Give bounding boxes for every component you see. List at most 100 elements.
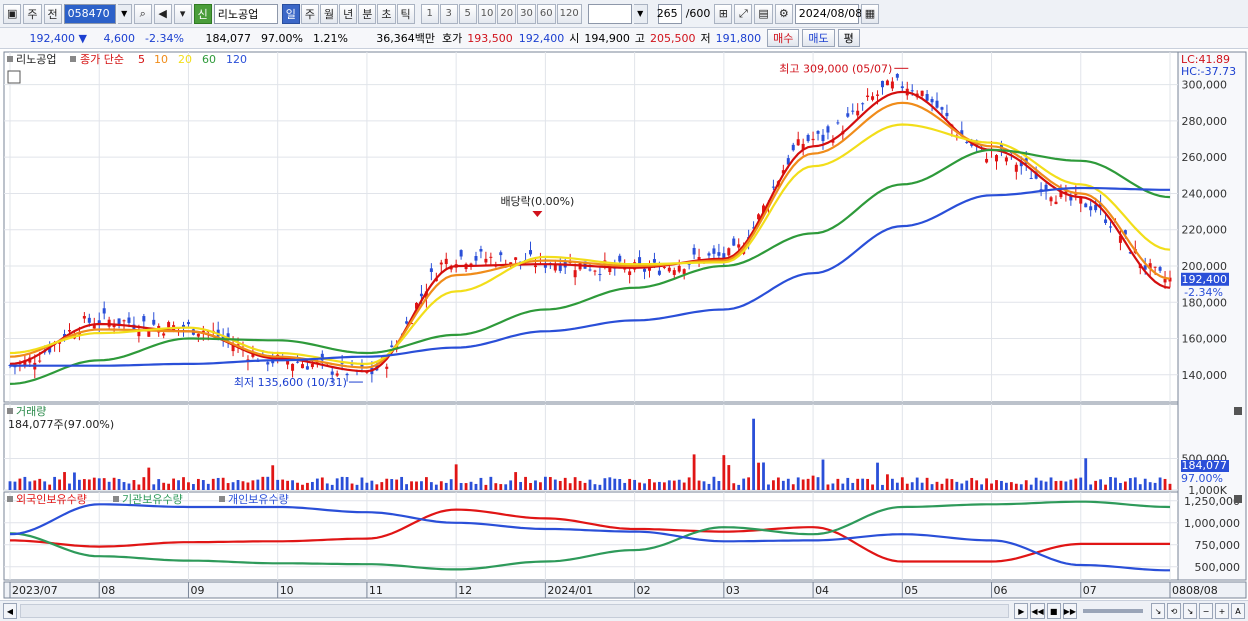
legend-stock-name: 리노공업 bbox=[16, 53, 56, 66]
candle-body bbox=[499, 252, 503, 256]
candle-body bbox=[300, 364, 304, 369]
x-axis-label: 08 bbox=[101, 584, 115, 597]
volume-bar bbox=[97, 478, 101, 490]
buy-button[interactable]: 매수 bbox=[767, 29, 800, 47]
volume-bar bbox=[524, 476, 527, 490]
holdings-y-tick: 750,000 bbox=[1195, 539, 1241, 552]
horizontal-scrollbar[interactable] bbox=[20, 604, 1010, 618]
tool-icon[interactable]: ⤢ bbox=[734, 3, 753, 24]
interval-button-1[interactable]: 1 bbox=[420, 3, 439, 24]
volume-bar bbox=[28, 481, 32, 490]
volume-bar bbox=[1014, 483, 1018, 490]
stock-code-input[interactable]: 058470 bbox=[63, 3, 116, 24]
date-input[interactable]: 2024/08/08 bbox=[794, 3, 862, 24]
period-tab-2[interactable]: 월 bbox=[320, 3, 339, 24]
volume-bar bbox=[608, 477, 612, 490]
volume-bar bbox=[1074, 478, 1078, 490]
volume-bar bbox=[256, 479, 260, 490]
period-tab-6[interactable]: 틱 bbox=[396, 3, 415, 24]
search-icon[interactable]: ⌕ bbox=[133, 3, 152, 24]
volume-bar bbox=[320, 477, 324, 490]
stop-icon[interactable]: ■ bbox=[1046, 603, 1061, 619]
close-icon[interactable] bbox=[1234, 495, 1242, 503]
candle-body bbox=[419, 293, 423, 297]
candle-body bbox=[910, 90, 914, 92]
font-icon[interactable]: A bbox=[1231, 603, 1245, 619]
period-tab-0[interactable]: 일 bbox=[281, 3, 300, 24]
candle-body bbox=[876, 94, 880, 96]
volume-bar bbox=[390, 479, 394, 490]
candle-body bbox=[707, 253, 711, 256]
zoom-slider[interactable] bbox=[1083, 609, 1143, 613]
x-axis-label: 11 bbox=[369, 584, 383, 597]
price-y-tick: 300,000 bbox=[1182, 79, 1228, 92]
volume-bar bbox=[995, 480, 998, 490]
prev-page-icon[interactable]: ◀◀ bbox=[1030, 603, 1045, 619]
legend-marker bbox=[219, 496, 225, 502]
volume-bar bbox=[192, 484, 195, 490]
volume-bar bbox=[325, 483, 329, 490]
close-icon[interactable] bbox=[1234, 407, 1242, 415]
chevron-down-icon[interactable]: ▾ bbox=[173, 3, 192, 24]
volume-bar bbox=[633, 479, 637, 490]
candle-body bbox=[940, 107, 944, 110]
volume-bar bbox=[464, 483, 468, 490]
scroll-right-icon[interactable]: ▶ bbox=[1014, 603, 1029, 619]
eval-button[interactable]: 평 bbox=[837, 29, 860, 47]
volume-bar bbox=[767, 484, 770, 490]
window-menu-icon[interactable]: ▣ bbox=[3, 3, 22, 24]
interval-button-60[interactable]: 60 bbox=[536, 3, 556, 24]
bid-value: 192,400 bbox=[518, 31, 565, 45]
period-tab-1[interactable]: 주 bbox=[300, 3, 320, 24]
volume-bar bbox=[162, 482, 166, 490]
period-tab-3[interactable]: 년 bbox=[339, 3, 358, 24]
volume-bar bbox=[529, 482, 532, 490]
scroll-left-icon[interactable]: ◀ bbox=[3, 603, 17, 619]
zoom-in-icon[interactable]: + bbox=[1215, 603, 1229, 619]
volume-bar bbox=[1054, 481, 1058, 490]
interval-button-20[interactable]: 20 bbox=[497, 3, 517, 24]
draw-tool-icon[interactable]: ↘ bbox=[1183, 603, 1197, 619]
count-input[interactable]: 265 bbox=[657, 3, 682, 24]
stock-name-field[interactable]: 리노공업 bbox=[213, 3, 278, 24]
candle-body bbox=[771, 186, 775, 188]
prev-button[interactable]: 전 bbox=[43, 3, 62, 24]
volume-bar bbox=[821, 459, 825, 490]
x-axis-label: 08 bbox=[1172, 584, 1186, 597]
candle-body bbox=[994, 155, 998, 162]
interval-input[interactable] bbox=[587, 3, 632, 24]
candle-body bbox=[444, 258, 448, 265]
zoom-out-icon[interactable]: − bbox=[1199, 603, 1213, 619]
calendar-icon[interactable]: ▦ bbox=[860, 3, 880, 24]
volume-bar bbox=[861, 478, 865, 490]
market-type-select[interactable]: 주 bbox=[23, 3, 42, 24]
next-page-icon[interactable]: ▶▶ bbox=[1062, 603, 1077, 619]
panel-table-icon[interactable] bbox=[7, 70, 21, 84]
volume-last-pct: 97.00% bbox=[1181, 472, 1223, 485]
volume-bar bbox=[494, 483, 498, 490]
grid-icon[interactable]: ⊞ bbox=[714, 3, 733, 24]
chevron-down-icon[interactable]: ▼ bbox=[117, 3, 132, 24]
interval-button-5[interactable]: 5 bbox=[458, 3, 477, 24]
interval-button-10[interactable]: 10 bbox=[477, 3, 497, 24]
rotate-icon[interactable]: ⟲ bbox=[1167, 603, 1181, 619]
stock-chart[interactable]: 300,000 280,000 260,000 240,000 220,000 200,0… bbox=[0, 50, 1248, 600]
interval-button-30[interactable]: 30 bbox=[517, 3, 536, 24]
save-icon[interactable]: ▤ bbox=[754, 3, 773, 24]
gear-icon[interactable]: ⚙ bbox=[774, 3, 793, 24]
volume-bar bbox=[18, 478, 22, 490]
volume-bar bbox=[593, 484, 597, 490]
volume-bar bbox=[707, 483, 711, 490]
speaker-icon[interactable]: ◀ bbox=[153, 3, 172, 24]
volume-bar bbox=[618, 479, 622, 490]
chevron-down-icon[interactable]: ▼ bbox=[633, 3, 648, 24]
volume-bar bbox=[1039, 480, 1043, 490]
draw-tool-icon[interactable]: ↘ bbox=[1151, 603, 1165, 619]
interval-button-120[interactable]: 120 bbox=[556, 3, 582, 24]
period-tab-5[interactable]: 초 bbox=[377, 3, 396, 24]
sell-button[interactable]: 매도 bbox=[802, 29, 835, 47]
period-tab-4[interactable]: 분 bbox=[358, 3, 377, 24]
candle-body bbox=[291, 363, 295, 371]
volume-bar bbox=[78, 479, 81, 490]
interval-button-3[interactable]: 3 bbox=[439, 3, 458, 24]
